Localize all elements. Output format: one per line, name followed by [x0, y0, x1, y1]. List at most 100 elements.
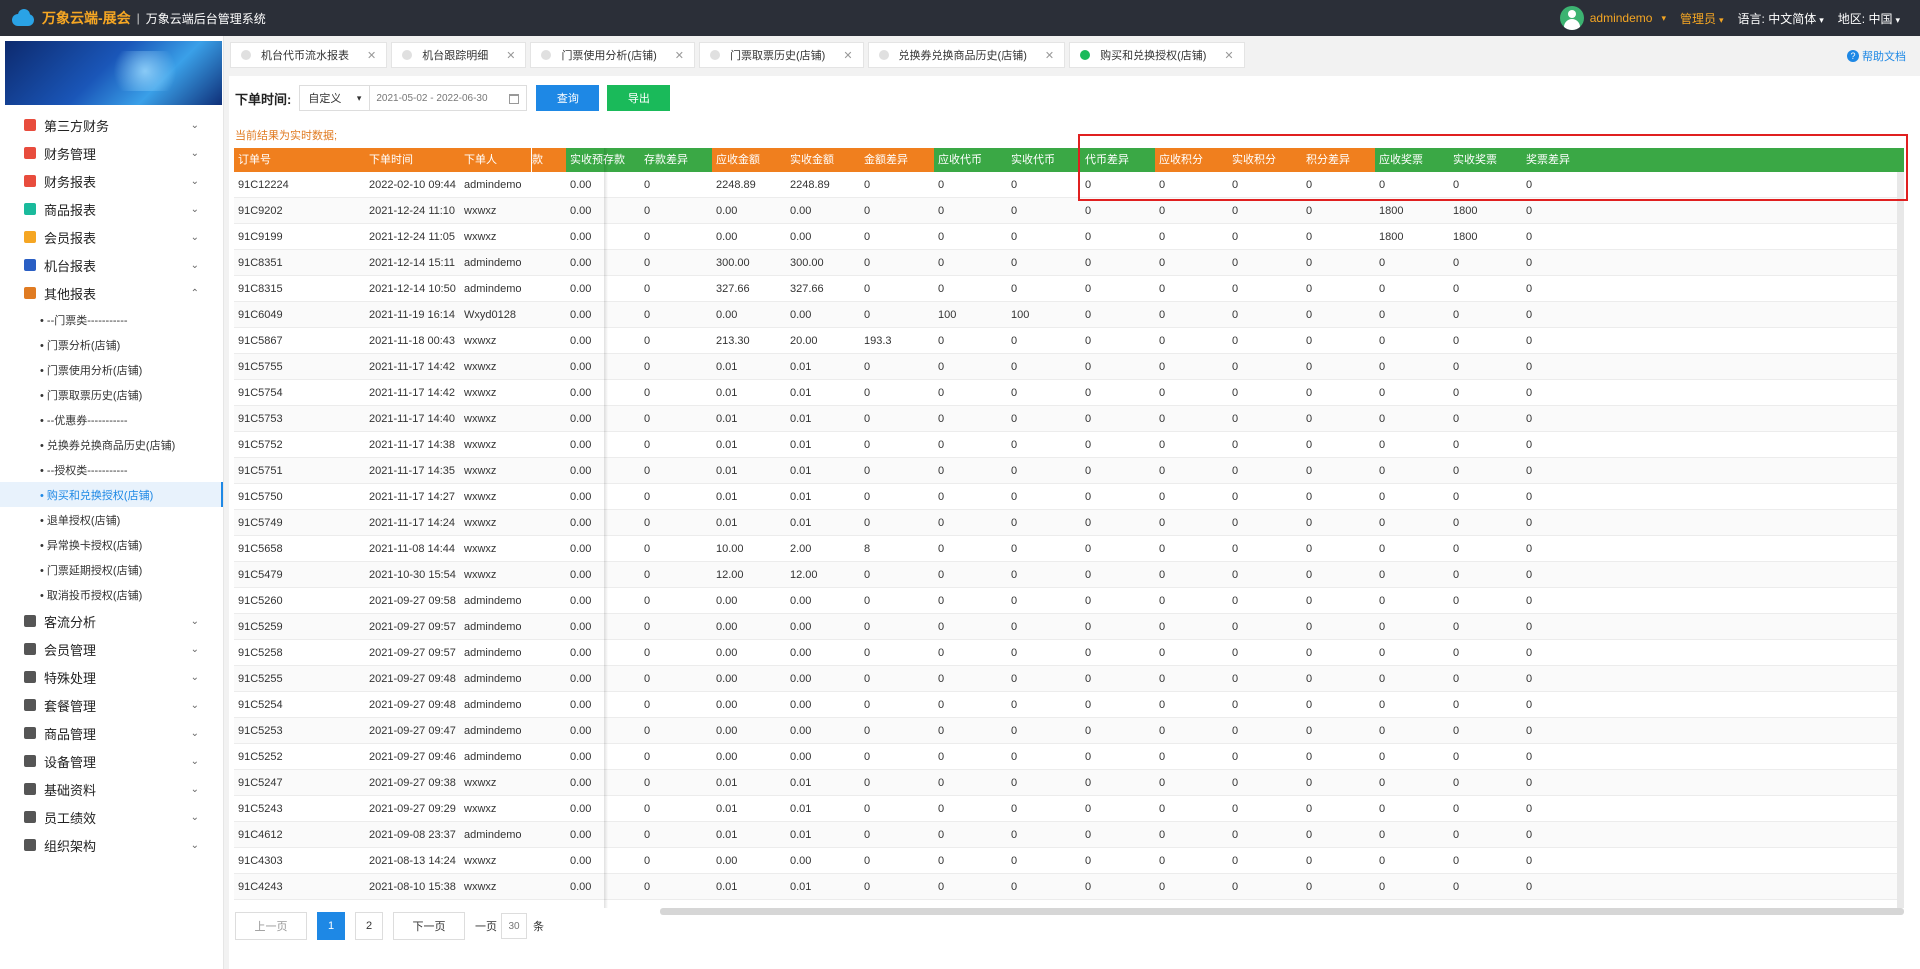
table-row[interactable]: 91C5749 2021-11-17 14:24 wxwxz 0.00 0 0.01 0.0… [234, 510, 1904, 536]
table-row[interactable]: 91C5259 2021-09-27 09:57 admindemo 0.00 0 0.0… [234, 614, 1904, 640]
sidebar-subitem[interactable]: • 门票分析(店铺) [0, 332, 223, 357]
table-row[interactable]: 91C5255 2021-09-27 09:48 admindemo 0.00 0 0.0… [234, 666, 1904, 692]
table-row[interactable]: 91C5753 2021-11-17 14:40 wxwxz 0.00 0 0.01 0.0… [234, 406, 1904, 432]
table-row[interactable]: 91C5243 2021-09-27 09:29 wxwxz 0.00 0 0.01 0.0… [234, 796, 1904, 822]
query-button[interactable]: 查询 [536, 85, 600, 111]
sidebar-item-bottom-8[interactable]: 组织架构 ⌄ [0, 831, 223, 859]
table-row[interactable]: 91C5254 2021-09-27 09:48 admindemo 0.00 0 0.0… [234, 692, 1904, 718]
prev-page-button[interactable]: 上一页 [235, 912, 307, 940]
next-page-button[interactable]: 下一页 [393, 912, 465, 940]
sidebar-subitem[interactable]: • 兑换券兑换商品历史(店铺) [0, 432, 223, 457]
table-row[interactable]: 91C5755 2021-11-17 14:42 wxwxz 0.00 0 0.01 0.0… [234, 354, 1904, 380]
sidebar-item-top-5[interactable]: 机台报表 ⌄ [0, 251, 223, 279]
region-menu[interactable]: 地区: 中国 ▾ [1838, 10, 1900, 27]
tab-1[interactable]: 机台跟踪明细 ✕ [391, 42, 527, 68]
tab-4[interactable]: 兑换券兑换商品历史(店铺) ✕ [867, 42, 1066, 68]
table-row[interactable]: 91C5479 2021-10-30 15:54 wxwxz 0.00 0 12.00 12… [234, 562, 1904, 588]
close-icon[interactable]: ✕ [843, 49, 852, 62]
table-row[interactable]: 91C5752 2021-11-17 14:38 wxwxz 0.00 0 0.01 0.0… [234, 432, 1904, 458]
sidebar-item-bottom-7[interactable]: 员工绩效 ⌄ [0, 803, 223, 831]
horizontal-scrollbar[interactable] [660, 908, 1904, 915]
sidebar-item-top-2[interactable]: 财务报表 ⌄ [0, 167, 223, 195]
sidebar-item-bottom-2[interactable]: 特殊处理 ⌄ [0, 663, 223, 691]
table-row[interactable]: 91C9199 2021-12-24 11:05 wxwxz 0.00 0 0.00 0.0… [234, 224, 1904, 250]
column-header[interactable]: 实收积分 [1228, 148, 1302, 172]
export-button[interactable]: 导出 [607, 85, 671, 111]
column-header[interactable]: 实收预存款 [566, 148, 640, 172]
table-row[interactable]: 91C5252 2021-09-27 09:46 admindemo 0.00 0 0.0… [234, 744, 1904, 770]
column-header[interactable]: 奖票差异 [1522, 148, 1904, 172]
tab-5[interactable]: 购买和兑换授权(店铺) ✕ [1069, 42, 1245, 68]
page-number-button[interactable]: 2 [355, 912, 383, 940]
table-row[interactable]: 91C9202 2021-12-24 11:10 wxwxz 0.00 0 0.00 0.0… [234, 198, 1904, 224]
table-row[interactable]: 91C5751 2021-11-17 14:35 wxwxz 0.00 0 0.01 0.0… [234, 458, 1904, 484]
sidebar-subitem[interactable]: • 门票延期授权(店铺) [0, 557, 223, 582]
table-row[interactable]: 91C5253 2021-09-27 09:47 admindemo 0.00 0 0.0… [234, 718, 1904, 744]
time-mode-select[interactable]: 自定义 ▾ [299, 85, 371, 111]
sidebar-item-bottom-0[interactable]: 客流分析 ⌄ [0, 607, 223, 635]
sidebar-subitem[interactable]: • 取消投币授权(店铺) [0, 582, 223, 607]
sidebar-subitem[interactable]: • 门票使用分析(店铺) [0, 357, 223, 382]
logo[interactable]: 万象云端-展会 | 万象云端后台管理系统 [0, 8, 266, 28]
column-header[interactable]: 应收代币 [934, 148, 1007, 172]
column-header[interactable]: 应收奖票 [1375, 148, 1449, 172]
role-menu[interactable]: 管理员 ▾ [1680, 10, 1724, 27]
table-row[interactable]: 91C5754 2021-11-17 14:42 wxwxz 0.00 0 0.01 0.0… [234, 380, 1904, 406]
table-row[interactable]: 91C5867 2021-11-18 00:43 wxwxz 0.00 0 213.30 2… [234, 328, 1904, 354]
table-row[interactable]: 91C8315 2021-12-14 10:50 admindemo 0.00 0 327… [234, 276, 1904, 302]
sidebar-item-top-6[interactable]: 其他报表 ⌃ [0, 279, 223, 307]
date-range-input[interactable]: 2021-05-02 - 2022-06-30 [370, 85, 528, 111]
close-icon[interactable]: ✕ [367, 49, 376, 62]
vertical-scrollbar[interactable] [1897, 172, 1904, 908]
language-menu[interactable]: 语言: 中文简体 ▾ [1738, 10, 1824, 27]
column-header[interactable]: 订单号 [234, 148, 365, 172]
close-icon[interactable]: ✕ [1045, 49, 1054, 62]
table-row[interactable]: 91C4303 2021-08-13 14:24 wxwxz 0.00 0 0.00 0.0… [234, 848, 1904, 874]
sidebar-subitem[interactable]: • 退单授权(店铺) [0, 507, 223, 532]
tab-0[interactable]: 机台代币流水报表 ✕ [230, 42, 388, 68]
sidebar-subitem[interactable]: • 购买和兑换授权(店铺) [0, 482, 223, 507]
table-row[interactable]: 91C5258 2021-09-27 09:57 admindemo 0.00 0 0.0… [234, 640, 1904, 666]
column-header[interactable]: 实收奖票 [1449, 148, 1522, 172]
sidebar-item-bottom-3[interactable]: 套餐管理 ⌄ [0, 691, 223, 719]
page-number-button[interactable]: 1 [317, 912, 345, 940]
sidebar-subitem[interactable]: • 门票取票历史(店铺) [0, 382, 223, 407]
table-row[interactable]: 91C4612 2021-09-08 23:37 admindemo 0.00 0 0.0… [234, 822, 1904, 848]
user-menu[interactable]: admindemo ▾ [1559, 6, 1666, 30]
table-row[interactable]: 91C8351 2021-12-14 15:11 admindemo 0.00 0 300… [234, 250, 1904, 276]
column-header[interactable]: 代币差异 [1081, 148, 1155, 172]
table-row[interactable]: 91C5260 2021-09-27 09:58 admindemo 0.00 0 0.0… [234, 588, 1904, 614]
close-icon[interactable]: ✕ [1224, 49, 1233, 62]
sidebar-item-bottom-1[interactable]: 会员管理 ⌄ [0, 635, 223, 663]
column-header[interactable]: 实收代币 [1007, 148, 1081, 172]
page-size-input[interactable]: 30 [501, 913, 527, 939]
sidebar-item-top-0[interactable]: 第三方财务 ⌄ [0, 111, 223, 139]
column-header[interactable]: 款 [532, 148, 567, 172]
column-header[interactable]: 存款差异 [640, 148, 712, 172]
table-row[interactable]: 91C4243 2021-08-10 15:38 wxwxz 0.00 0 0.01 0.0… [234, 874, 1904, 900]
sidebar-item-top-4[interactable]: 会员报表 ⌄ [0, 223, 223, 251]
close-icon[interactable]: ✕ [506, 49, 515, 62]
column-header[interactable]: 应收金额 [712, 148, 786, 172]
column-header[interactable]: 金额差异 [860, 148, 934, 172]
close-icon[interactable]: ✕ [675, 49, 684, 62]
sidebar-item-top-3[interactable]: 商品报表 ⌄ [0, 195, 223, 223]
tab-3[interactable]: 门票取票历史(店铺) ✕ [698, 42, 864, 68]
table-row[interactable]: 91C5658 2021-11-08 14:44 wxwxz 0.00 0 10.00 2.… [234, 536, 1904, 562]
column-header[interactable]: 下单人 [460, 148, 531, 172]
column-header[interactable]: 积分差异 [1302, 148, 1375, 172]
sidebar-item-bottom-5[interactable]: 设备管理 ⌄ [0, 747, 223, 775]
help-link[interactable]: ? 帮助文档 [1847, 48, 1906, 64]
sidebar-item-bottom-6[interactable]: 基础资料 ⌄ [0, 775, 223, 803]
column-header[interactable]: 下单时间 [365, 148, 460, 172]
sidebar-item-bottom-4[interactable]: 商品管理 ⌄ [0, 719, 223, 747]
tab-2[interactable]: 门票使用分析(店铺) ✕ [530, 42, 695, 68]
table-row[interactable]: 91C5750 2021-11-17 14:27 wxwxz 0.00 0 0.01 0.0… [234, 484, 1904, 510]
column-header[interactable]: 应收积分 [1155, 148, 1228, 172]
table-row[interactable]: 91C5247 2021-09-27 09:38 wxwxz 0.00 0 0.01 0.0… [234, 770, 1904, 796]
sidebar-item-top-1[interactable]: 财务管理 ⌄ [0, 139, 223, 167]
column-header[interactable]: 实收金额 [786, 148, 860, 172]
table-row[interactable]: 91C12224 2022-02-10 09:44 admindemo 0.00 0 22… [234, 172, 1904, 198]
table-row[interactable]: 91C6049 2021-11-19 16:14 Wxyd0128 0.00 0 0.00… [234, 302, 1904, 328]
sidebar-subitem[interactable]: • 异常换卡授权(店铺) [0, 532, 223, 557]
